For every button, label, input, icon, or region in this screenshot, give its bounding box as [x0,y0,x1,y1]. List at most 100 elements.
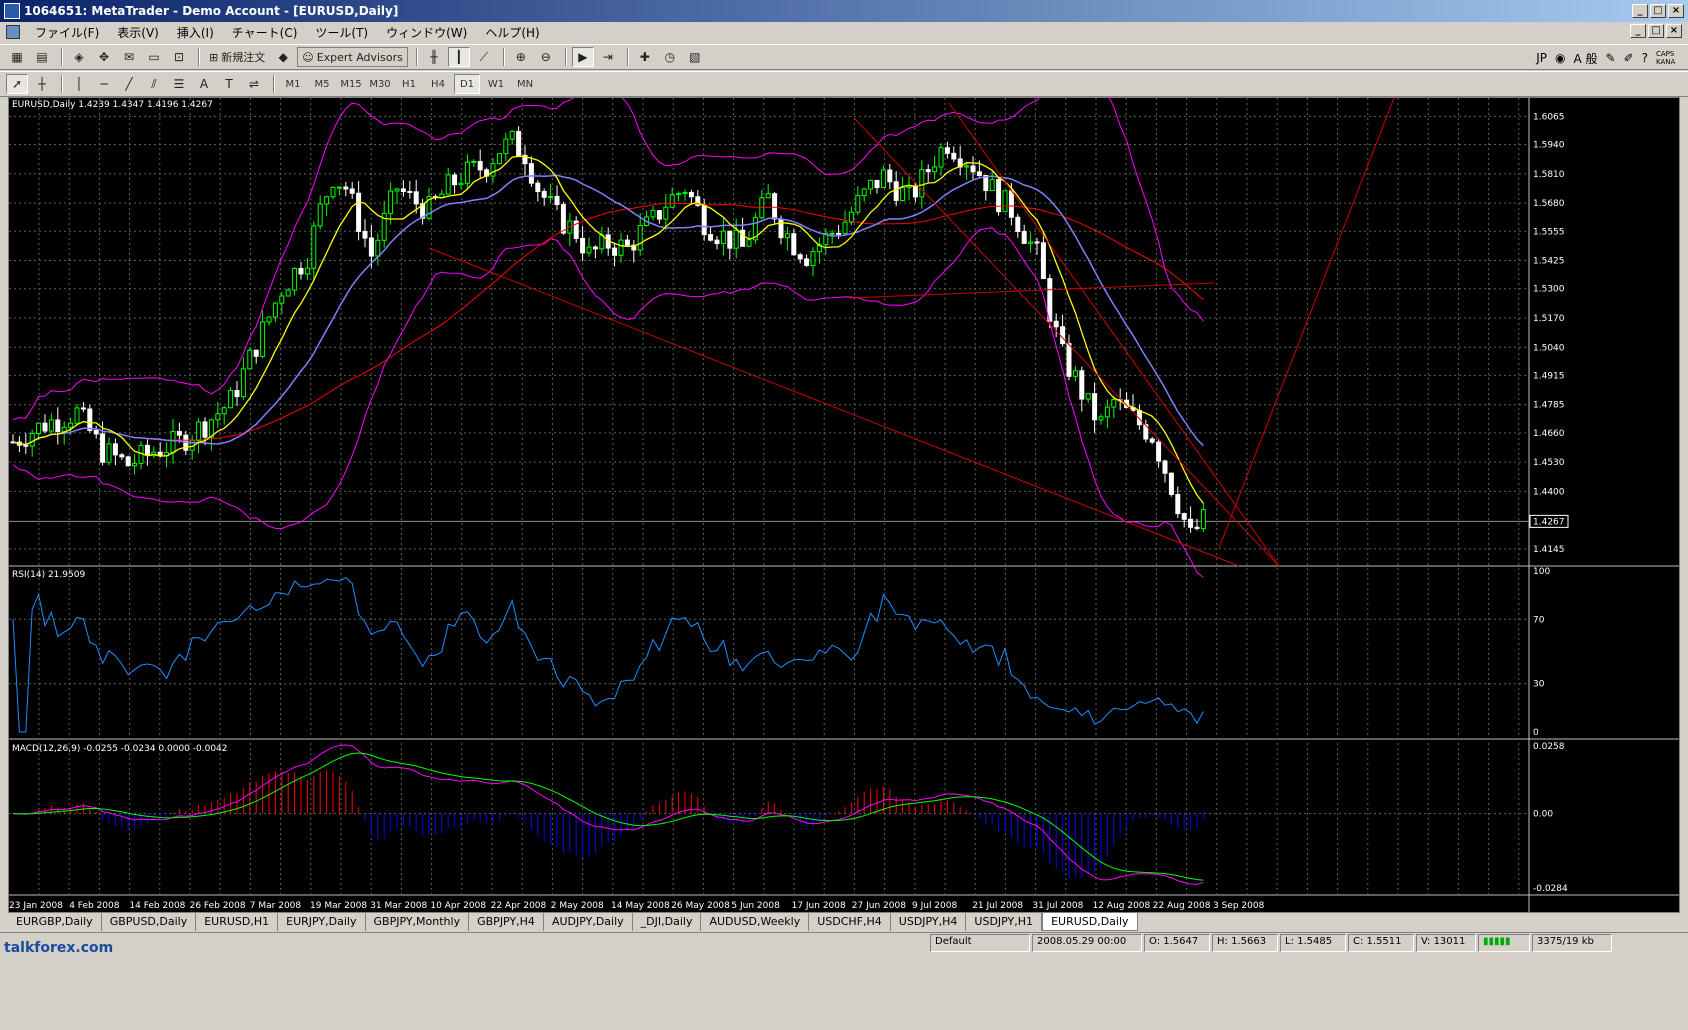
menu-help[interactable]: ヘルプ(H) [476,24,548,41]
vertical-line-icon[interactable]: │ [68,74,90,94]
chart-tab[interactable]: GBPUSD,Daily [102,913,197,931]
timeframe-m15[interactable]: M15 [338,74,364,94]
chart-tab[interactable]: AUDUSD,Weekly [701,913,810,931]
chart-tab[interactable]: EURUSD,Daily [1042,913,1138,931]
candle-body [388,190,394,214]
timeframe-m5[interactable]: M5 [309,74,335,94]
mdi-restore-button[interactable]: □ [1648,24,1664,38]
profiles-icon[interactable]: ▤ [31,47,53,67]
zoom-out-icon[interactable]: ⊖ [535,47,557,67]
metaeditor-icon[interactable]: ◆ [272,47,294,67]
expert-advisors-button[interactable]: ☺ Expert Advisors [297,47,408,67]
periods-icon[interactable]: ◷ [659,47,681,67]
status-bar: Default 2008.05.29 00:00 O: 1.5647 H: 1.… [0,932,1688,952]
title-bar[interactable]: 1064651: MetaTrader - Demo Account - [EU… [0,0,1688,22]
candle-body [93,429,99,435]
chart-tab[interactable]: GBPJPY,Monthly [366,913,470,931]
candle-body [298,267,304,275]
text-icon[interactable]: A [193,74,215,94]
chart-window[interactable]: 1.6065 1.5940 1.5810 1.5680 1.5555 1.5425 1.53… [8,97,1680,913]
macd-tick-label: 0.00 [1533,810,1553,820]
candle-body [285,289,291,297]
timeframe-w1[interactable]: W1 [483,74,509,94]
chart-tab[interactable]: EURUSD,H1 [196,913,279,931]
indicators-icon[interactable]: ✚ [634,47,656,67]
menu-insert[interactable]: 挿入(I) [168,24,223,41]
candle-body [400,188,406,192]
market-watch-icon[interactable]: ◈ [68,47,90,67]
text-label-icon[interactable]: T [218,74,240,94]
candle-body [304,267,310,275]
autoscroll-icon[interactable]: ▶ [571,47,594,67]
fibonacci-icon[interactable]: ☰ [168,74,190,94]
candle-body [880,169,886,189]
templates-icon[interactable]: ▧ [684,47,706,67]
help-icon[interactable]: ? [1642,51,1648,65]
navigator-icon[interactable]: ✥ [93,47,115,67]
candle-body [48,419,54,432]
menu-view[interactable]: 表示(V) [108,24,168,41]
timeframe-m30[interactable]: M30 [367,74,393,94]
document-icon[interactable] [6,25,20,39]
crosshair-icon[interactable]: ┼ [31,74,53,94]
candle-body [727,230,733,249]
ime-mode[interactable]: A 般 [1573,50,1597,67]
chart-tab[interactable]: EURGBP,Daily [8,913,102,931]
date-tick-label: 9 Jul 2008 [912,901,957,911]
caps-kana-indicator: CAPS KANA [1656,50,1676,66]
chart-tab[interactable]: USDJPY,H1 [966,913,1043,931]
horizontal-line-icon[interactable]: ─ [93,74,115,94]
candle-body [1085,393,1091,400]
timeframe-mn[interactable]: MN [512,74,538,94]
minimize-button[interactable]: _ [1632,4,1648,18]
chart-canvas[interactable]: 1.6065 1.5940 1.5810 1.5680 1.5555 1.5425 1.53… [9,98,1679,912]
candle-body [311,225,317,269]
channel-icon[interactable]: ⫽ [143,74,165,94]
ime-tool-icon[interactable]: ✐ [1624,51,1634,65]
timeframe-d1[interactable]: D1 [454,74,480,94]
menu-window[interactable]: ウィンドウ(W) [377,24,476,41]
chart-tab[interactable]: GBPJPY,H4 [469,913,544,931]
chart-tab[interactable]: _DJI,Daily [633,913,702,931]
language-indicator[interactable]: JP [1536,51,1547,65]
candle-body [445,174,451,195]
trendline [848,282,1215,299]
chart-tab[interactable]: AUDJPY,Daily [544,913,633,931]
timeframe-m1[interactable]: M1 [280,74,306,94]
menu-file[interactable]: ファイル(F) [26,24,108,41]
bar-chart-icon[interactable]: ╫ [423,47,445,67]
menu-chart[interactable]: チャート(C) [223,24,307,41]
close-button[interactable]: × [1668,4,1684,18]
new-chart-icon[interactable]: ▦ [6,47,28,67]
line-chart-icon[interactable]: ⟋ [473,47,495,67]
chart-tab[interactable]: USDCHF,H4 [809,913,891,931]
strategy-tester-icon[interactable]: ⊡ [168,47,190,67]
timeframe-h4[interactable]: H4 [425,74,451,94]
date-tick-label: 5 Jun 2008 [731,901,780,911]
candle-body [176,430,182,436]
trendline-icon[interactable]: ╱ [118,74,140,94]
new-order-button[interactable]: ⊞ 新規注文 [205,47,269,67]
mdi-minimize-button[interactable]: _ [1630,24,1646,38]
candle-body [548,195,554,198]
mdi-close-button[interactable]: × [1666,24,1682,38]
candle-body [663,206,669,220]
candle-body [80,407,86,410]
timeframe-h1[interactable]: H1 [396,74,422,94]
candle-body [119,454,125,458]
chart-tab[interactable]: EURJPY,Daily [278,913,366,931]
candlestick-icon[interactable]: ┃ [447,47,470,67]
candle-body [580,237,586,254]
ime-icon[interactable]: ◉ [1555,51,1565,65]
arrows-icon[interactable]: ⇌ [243,74,265,94]
cursor-icon[interactable]: ➚ [6,74,28,94]
candle-body [260,321,266,357]
ime-dictionary-icon[interactable]: ✎ [1606,51,1616,65]
zoom-in-icon[interactable]: ⊕ [510,47,532,67]
chart-tab[interactable]: USDJPY,H4 [891,913,967,931]
data-window-icon[interactable]: ✉ [118,47,140,67]
terminal-icon[interactable]: ▭ [143,47,165,67]
chart-shift-icon[interactable]: ⇥ [597,47,619,67]
menu-tools[interactable]: ツール(T) [306,24,377,41]
maximize-button[interactable]: □ [1650,4,1666,18]
